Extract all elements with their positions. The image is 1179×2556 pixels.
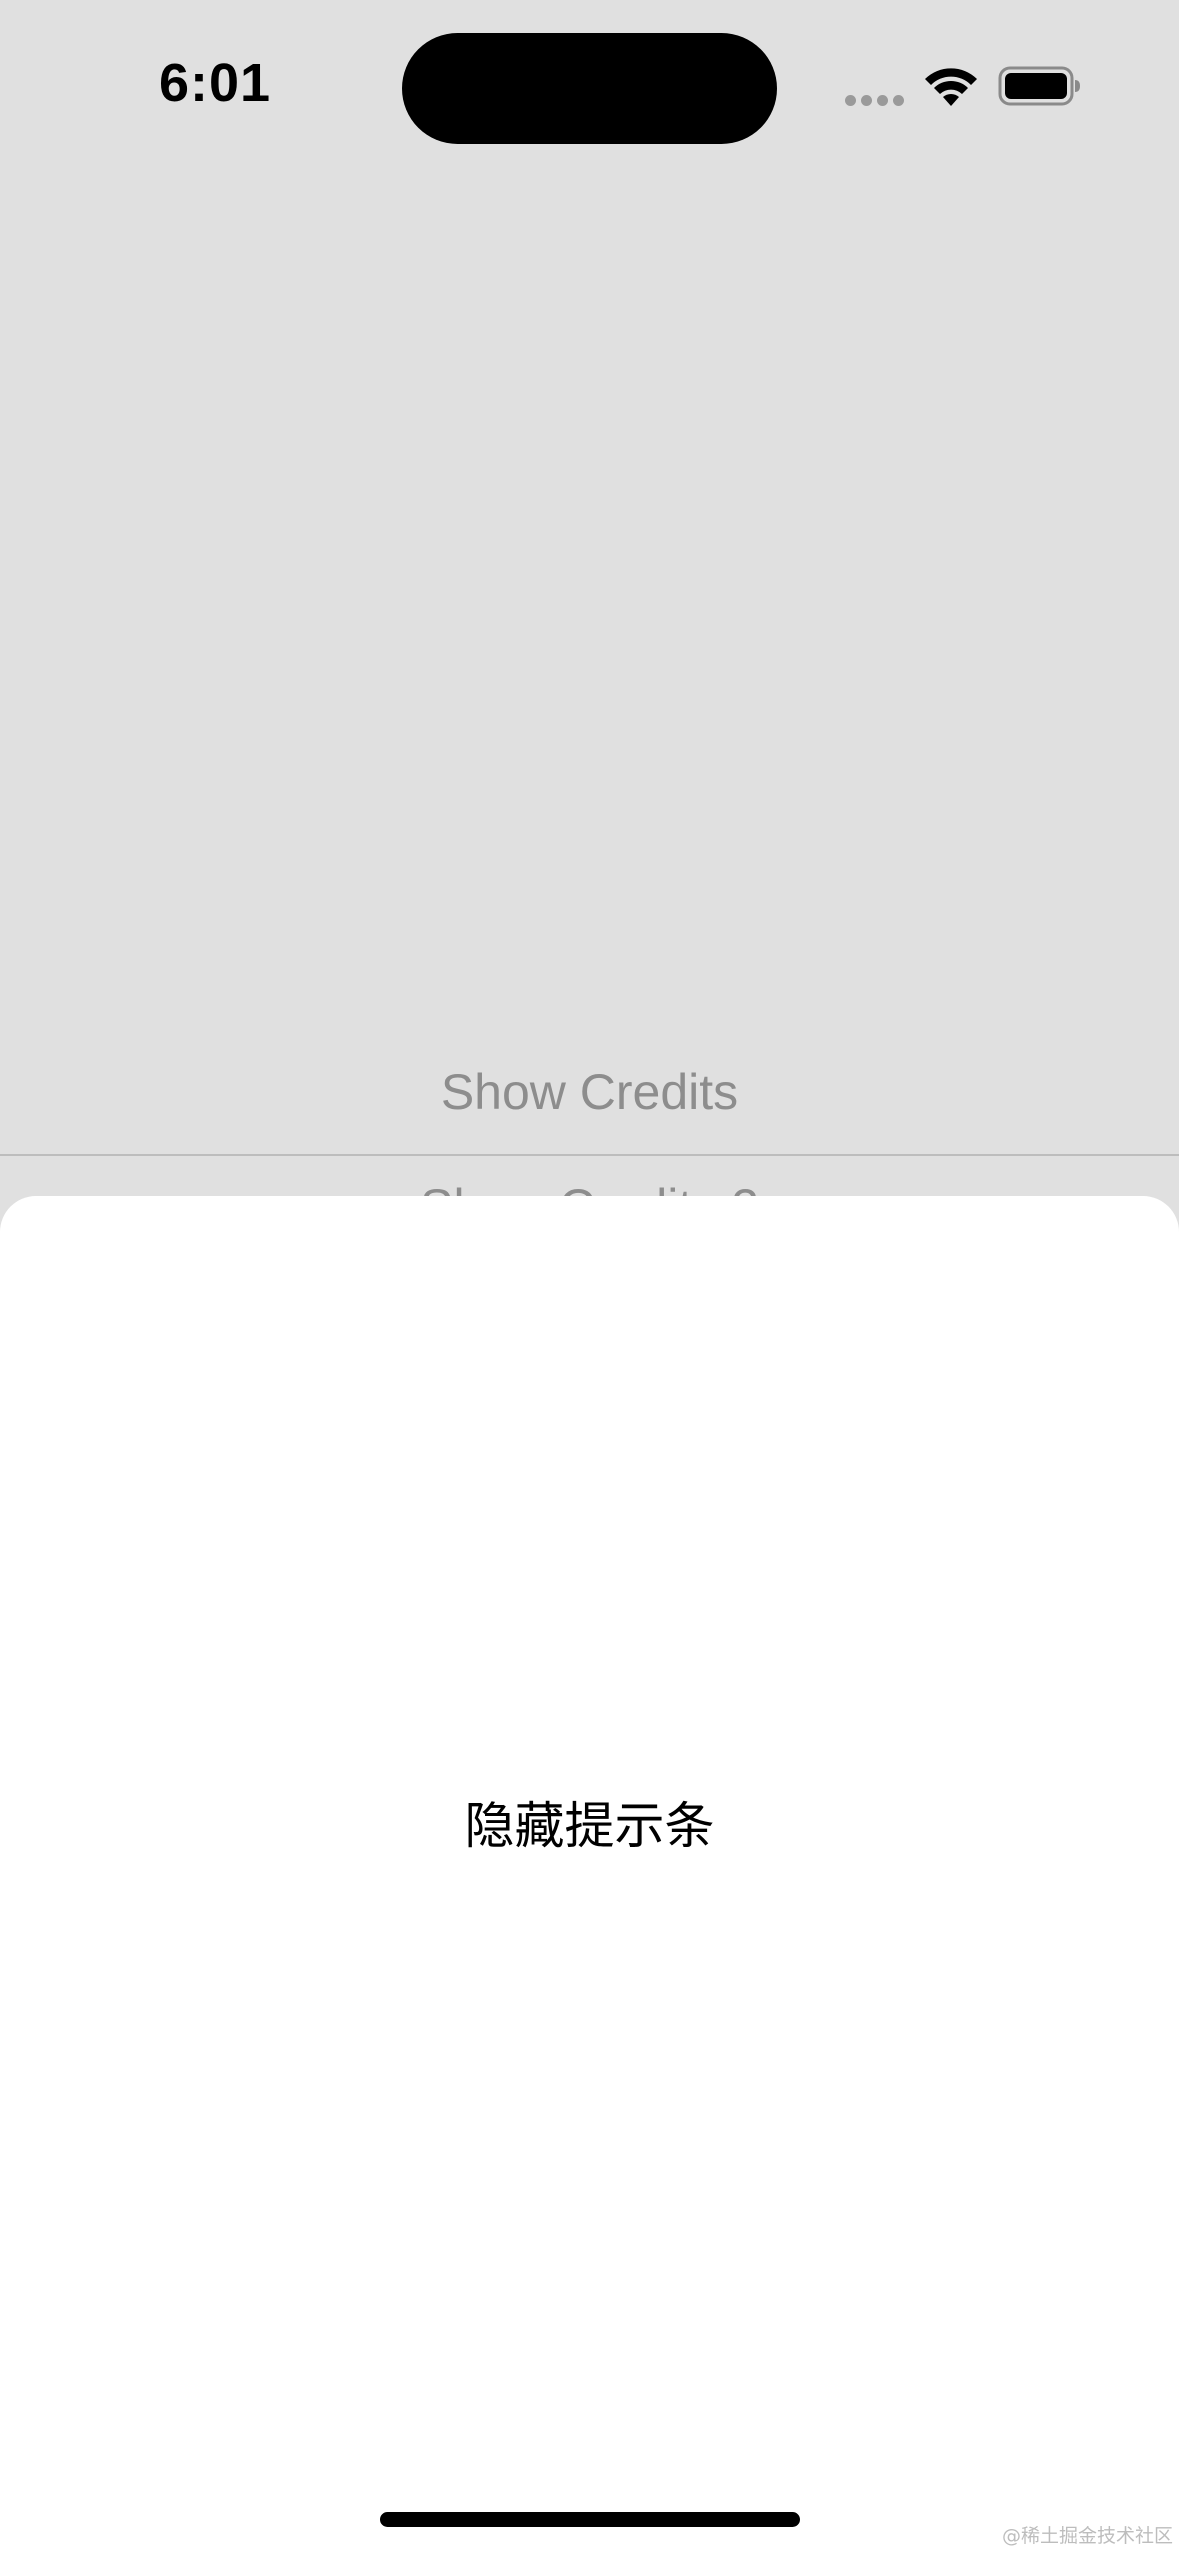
- show-credits-button[interactable]: Show Credits: [0, 1063, 1179, 1121]
- battery-icon: [998, 66, 1080, 106]
- status-bar: 6:01: [0, 0, 1179, 160]
- dynamic-island: [402, 33, 777, 144]
- divider: [0, 1154, 1179, 1156]
- cellular-dots-icon: [845, 95, 907, 107]
- status-time: 6:01: [158, 53, 272, 113]
- sheet-label: 隐藏提示条: [464, 1797, 715, 1855]
- watermark: @稀土掘金技术社区: [1001, 2525, 1173, 2547]
- background-content: Show Credits Show Credits 2: [0, 160, 1179, 1260]
- screen: 6:01 Show Credits Show Credits 2 隐藏提示条 @…: [0, 0, 1179, 2556]
- bottom-sheet[interactable]: 隐藏提示条: [0, 1196, 1179, 2556]
- wifi-icon: [925, 68, 977, 106]
- home-indicator[interactable]: [380, 2512, 800, 2527]
